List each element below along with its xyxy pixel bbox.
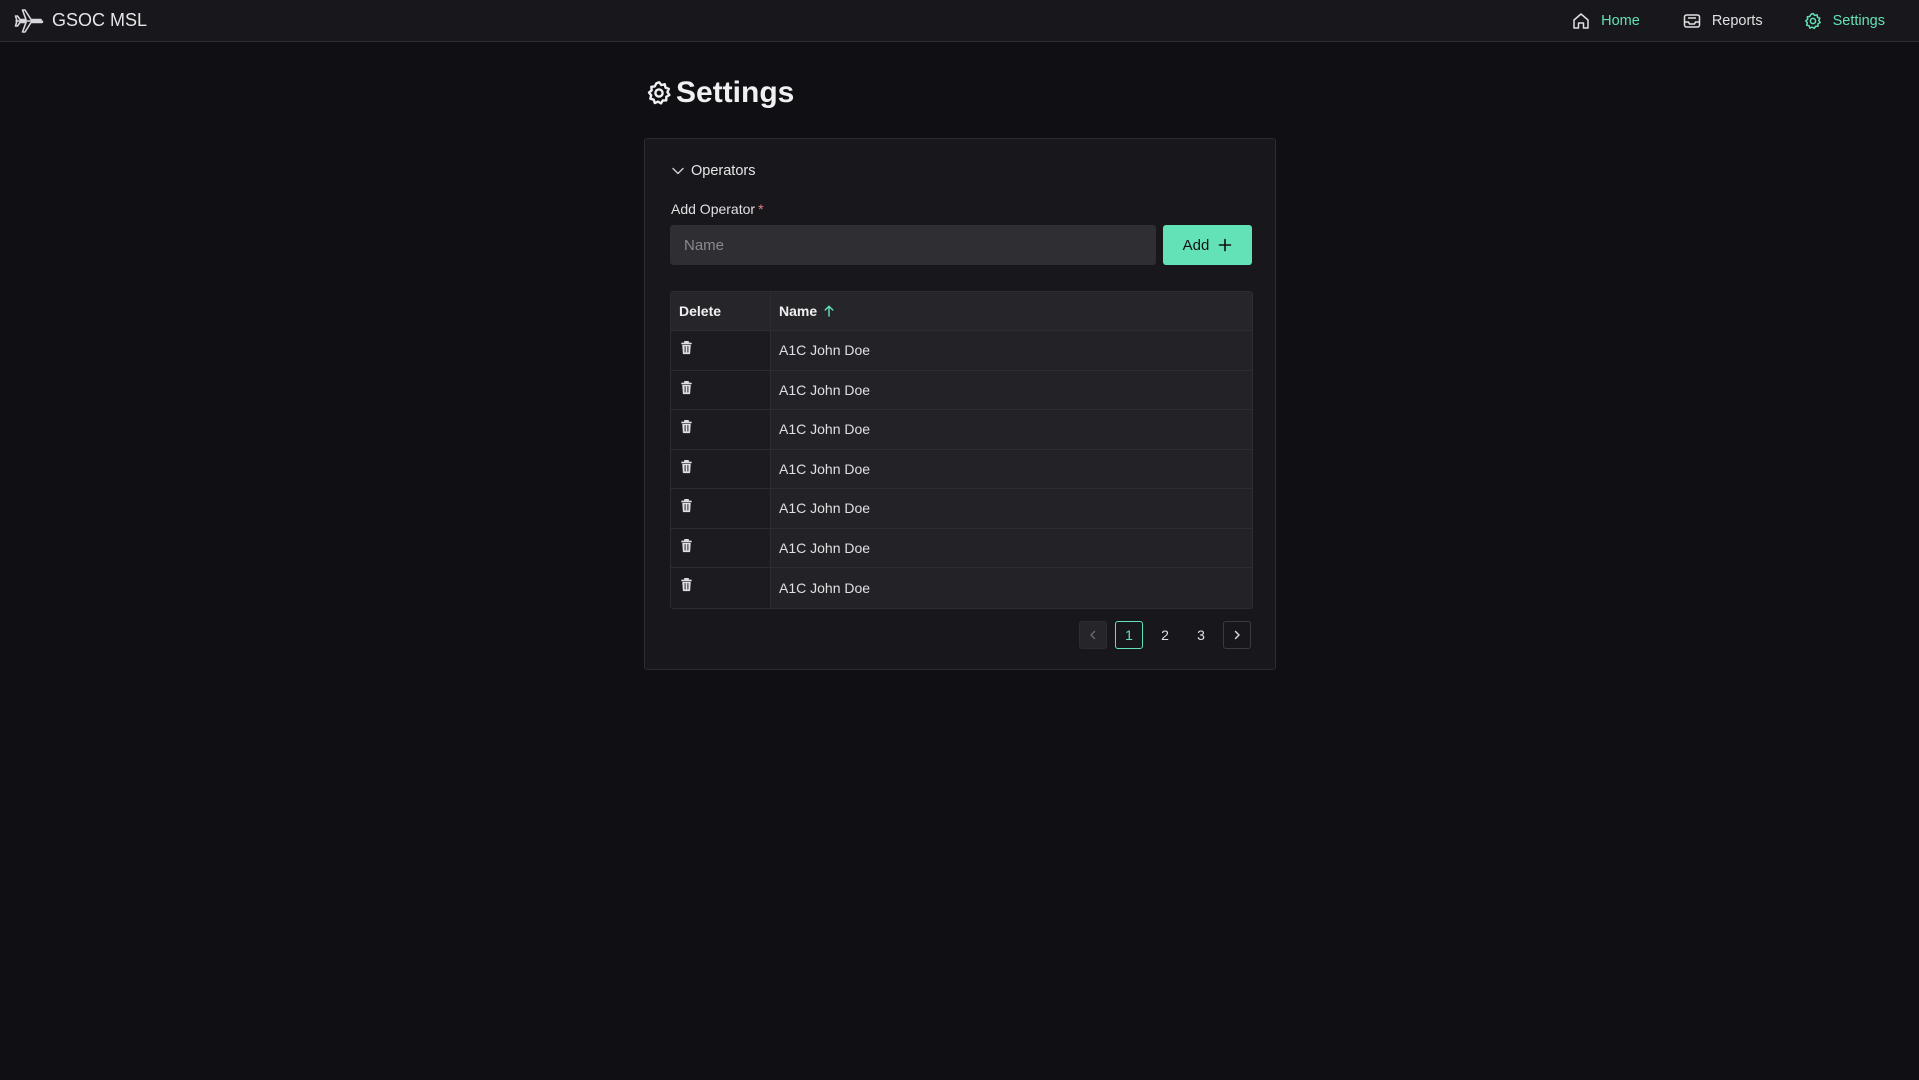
pagination-page-2[interactable]: 2 [1151,621,1179,649]
page-title-text: Settings [676,76,795,109]
required-mark: * [758,201,764,217]
nav-item-reports[interactable]: Reports [1662,0,1783,42]
table-row: A1C John Doe [671,370,1252,410]
delete-cell [671,449,771,488]
nav-item-label: Home [1601,13,1640,29]
column-header-delete: Delete [671,292,771,330]
operator-name-input[interactable] [670,225,1156,265]
brand-home-link[interactable]: GSOC MSL [14,8,147,34]
chevron-right-icon [1234,630,1240,640]
pagination-page-3[interactable]: 3 [1187,621,1215,649]
table-row: A1C John Doe [671,449,1252,489]
delete-cell [671,528,771,567]
operator-name-cell: A1C John Doe [771,568,1252,608]
column-header-label: Name [779,303,818,319]
settings-icon [1804,12,1821,30]
add-operator-label-text: Add Operator [671,201,756,217]
reports-icon [1683,14,1701,28]
delete-cell [671,331,771,370]
sort-ascending-icon [824,305,834,317]
main-nav: Home Reports Settings [1551,0,1919,42]
chevron-down-icon [672,167,684,175]
delete-cell [671,489,771,528]
operator-name-cell: A1C John Doe [771,410,1252,449]
add-operator-button[interactable]: Add [1163,225,1252,265]
trash-icon[interactable] [679,340,694,355]
operators-collapse-toggle[interactable]: Operators [671,163,755,179]
operator-name-cell: A1C John Doe [771,449,1252,488]
home-icon [1573,13,1589,29]
trash-icon[interactable] [679,380,694,395]
settings-card: Operators Add Operator* Add Delete Name [644,138,1276,670]
page-title: Settings [645,76,794,110]
add-button-label: Add [1182,236,1210,254]
table-header: Delete Name [671,292,1252,331]
pagination: 1 2 3 [1071,621,1251,649]
nav-item-home[interactable]: Home [1551,0,1660,42]
add-operator-label: Add Operator * [671,201,764,217]
top-navbar: GSOC MSL Home Reports Settings [0,0,1919,42]
delete-cell [671,370,771,409]
operator-name-cell: A1C John Doe [771,489,1252,528]
table-row: A1C John Doe [671,568,1252,608]
table-row: A1C John Doe [671,489,1252,529]
delete-cell [671,568,771,608]
column-header-name[interactable]: Name [771,292,1252,330]
column-header-label: Delete [679,303,722,319]
trash-icon[interactable] [679,577,694,592]
table-row: A1C John Doe [671,410,1252,450]
nav-item-label: Settings [1832,13,1885,29]
delete-cell [671,410,771,449]
pagination-page-1[interactable]: 1 [1115,621,1143,649]
app-title: GSOC MSL [52,10,148,30]
trash-icon[interactable] [679,419,694,434]
operator-name-cell: A1C John Doe [771,370,1252,409]
operators-table: Delete Name A1C John Doe A1C John Doe A1… [670,291,1253,609]
pagination-next-button[interactable] [1223,621,1251,649]
nav-item-settings[interactable]: Settings [1783,0,1905,42]
operator-name-cell: A1C John Doe [771,528,1252,567]
chevron-left-icon [1090,630,1096,640]
gear-icon [647,81,671,105]
plus-icon [1219,238,1232,252]
nav-item-label: Reports [1711,13,1763,29]
airplane-logo-icon [14,8,44,33]
operators-section-label: Operators [691,163,756,179]
trash-icon[interactable] [679,459,694,474]
trash-icon[interactable] [679,538,694,553]
trash-icon[interactable] [679,498,694,513]
pagination-prev-button[interactable] [1079,621,1107,649]
operator-name-cell: A1C John Doe [771,331,1252,370]
table-row: A1C John Doe [671,331,1252,371]
table-row: A1C John Doe [671,528,1252,568]
table-body: A1C John Doe A1C John Doe A1C John Doe A… [671,331,1252,608]
